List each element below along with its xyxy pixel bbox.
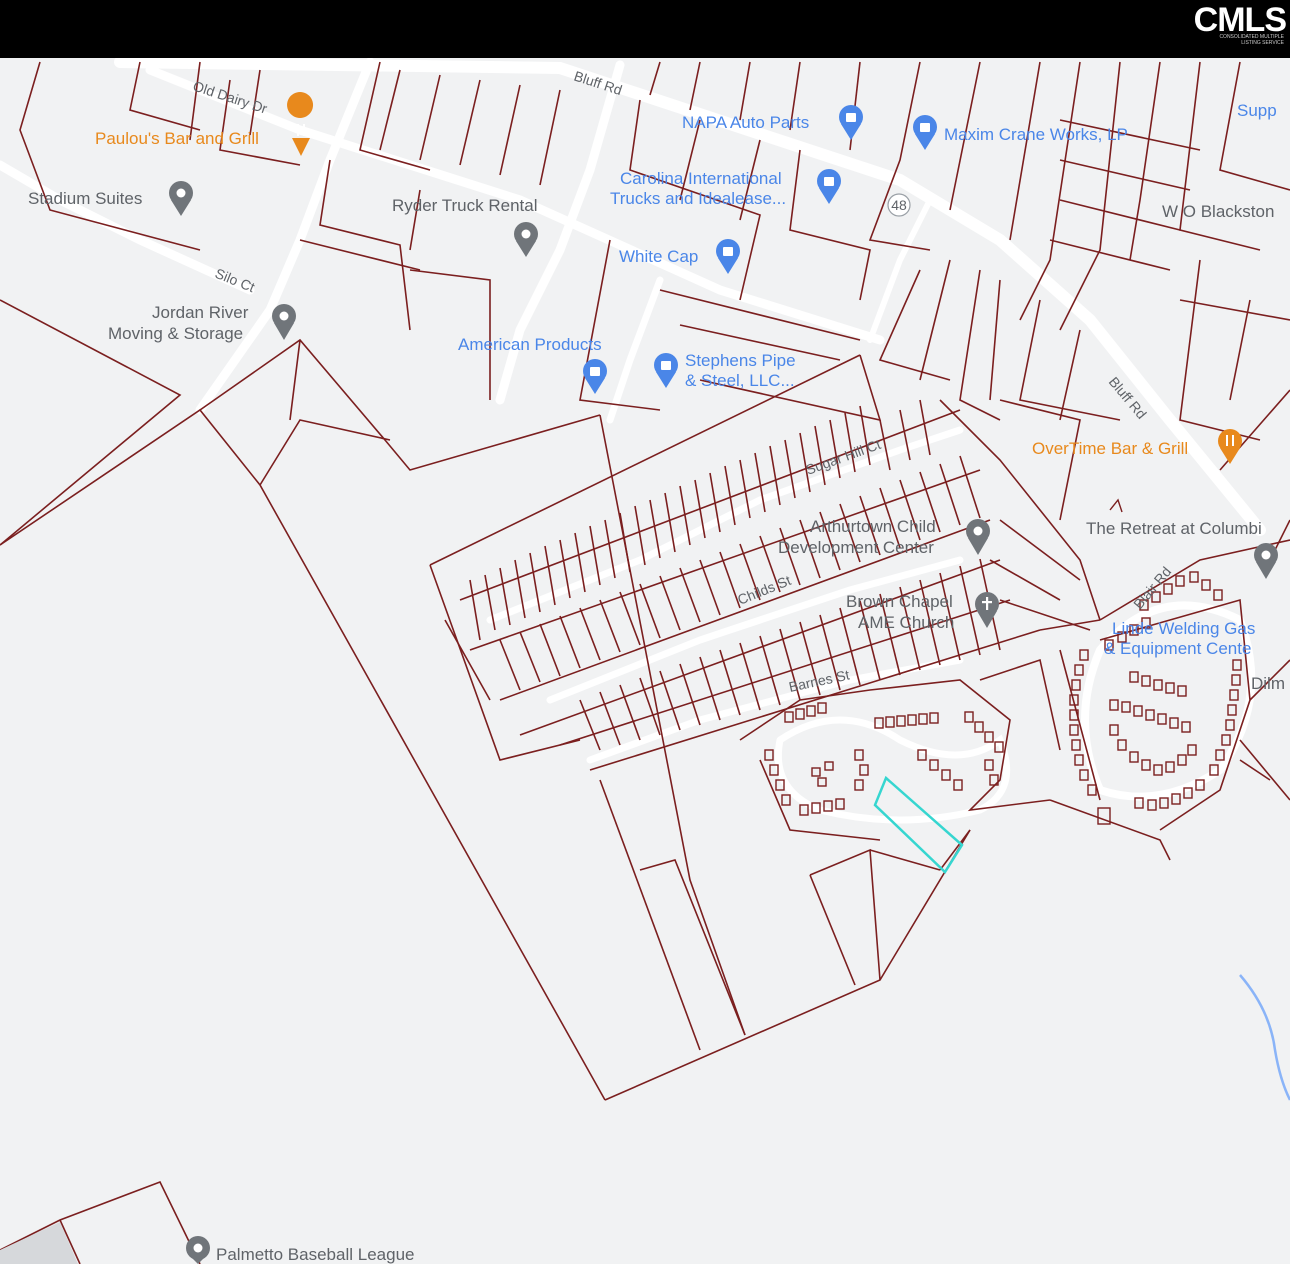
svg-text:& Steel, LLC...: & Steel, LLC... <box>685 371 795 390</box>
road-simmons <box>867 197 933 343</box>
shaded-area <box>0 1222 78 1264</box>
poi-maxim-crane-works[interactable]: Maxim Crane Works, LP <box>913 115 1128 150</box>
poi-supp[interactable]: Supp <box>1237 101 1277 120</box>
restaurant-icon <box>1218 429 1242 464</box>
svg-text:Ryder Truck Rental: Ryder Truck Rental <box>392 196 538 215</box>
poi-carolina-international[interactable]: Carolina International Trucks and Ideale… <box>610 169 841 208</box>
svg-text:Brown Chapel: Brown Chapel <box>846 592 953 611</box>
svg-text:NAPA Auto Parts: NAPA Auto Parts <box>682 113 809 132</box>
shopping-bag-icon <box>913 115 937 150</box>
church-pin-icon <box>975 592 999 628</box>
cmls-logo: CMLS <box>1193 1 1287 39</box>
shopping-bag-icon <box>817 169 841 204</box>
poi-dilm[interactable]: Dilm <box>1251 674 1285 693</box>
poi-palmetto-baseball-league[interactable]: Palmetto Baseball League <box>186 1236 414 1264</box>
place-pin-icon <box>1254 543 1278 579</box>
svg-text:White Cap: White Cap <box>619 247 698 266</box>
svg-text:Palmetto Baseball League: Palmetto Baseball League <box>216 1245 414 1264</box>
poi-overtime-bar-grill[interactable]: OverTime Bar & Grill <box>1032 429 1242 464</box>
svg-text:Carolina International: Carolina International <box>620 169 782 188</box>
place-pin-icon <box>514 222 538 257</box>
poi-wo-blackston[interactable]: W O Blackston <box>1162 202 1274 221</box>
place-pin-icon <box>186 1236 210 1264</box>
shopping-bag-icon <box>839 105 863 140</box>
svg-text:The Retreat at Columbi: The Retreat at Columbi <box>1086 519 1262 538</box>
place-pin-icon <box>272 304 296 340</box>
svg-text:AME Church: AME Church <box>858 613 954 632</box>
place-pin-icon <box>966 519 990 555</box>
cmls-logo-subtext: CONSOLIDATED MULTIPLE LISTING SERVICE <box>1219 34 1284 46</box>
svg-text:Stephens Pipe: Stephens Pipe <box>685 351 796 370</box>
svg-text:48: 48 <box>891 197 907 213</box>
parcel-lines <box>0 61 1290 1101</box>
svg-text:Arthurtown Child: Arthurtown Child <box>810 517 936 536</box>
label-silo-ct: Silo Ct <box>213 265 257 295</box>
shopping-bag-icon <box>583 359 607 394</box>
svg-text:Trucks and Idealease...: Trucks and Idealease... <box>610 189 786 208</box>
top-bar: CMLS CONSOLIDATED MULTIPLE LISTING SERVI… <box>0 0 1290 58</box>
svg-text:Maxim Crane Works, LP: Maxim Crane Works, LP <box>944 125 1128 144</box>
stream <box>1239 974 1290 1101</box>
svg-text:OverTime Bar & Grill: OverTime Bar & Grill <box>1032 439 1188 458</box>
road-stadium <box>0 160 255 295</box>
poi-stephens-pipe-steel[interactable]: Stephens Pipe & Steel, LLC... <box>654 351 796 390</box>
place-pin-icon <box>169 181 193 216</box>
parcel-map[interactable]: 48 Bluff Rd Bluff Rd Old Dairy Dr Silo C… <box>0 58 1290 1264</box>
poi-american-products[interactable]: American Products <box>458 335 607 394</box>
poi-arthurtown-child-development[interactable]: Arthurtown Child Development Center <box>778 517 990 557</box>
shopping-bag-icon <box>716 239 740 274</box>
svg-text:Paulou's Bar and Grill: Paulou's Bar and Grill <box>95 129 259 148</box>
svg-text:& Equipment Cente: & Equipment Cente <box>1104 639 1251 658</box>
svg-text:Moving & Storage: Moving & Storage <box>108 324 243 343</box>
svg-text:Jordan River: Jordan River <box>152 303 249 322</box>
poi-linde-welding-gas[interactable]: Linde Welding Gas & Equipment Cente <box>1104 619 1255 658</box>
road-vertical-3 <box>606 276 664 424</box>
svg-text:American Products: American Products <box>458 335 602 354</box>
svg-text:Stadium Suites: Stadium Suites <box>28 189 142 208</box>
route-48-shield: 48 <box>887 193 911 217</box>
poi-brown-chapel-ame-church[interactable]: Brown Chapel AME Church <box>846 592 999 632</box>
svg-text:Linde Welding Gas: Linde Welding Gas <box>1112 619 1255 638</box>
shopping-bag-icon <box>654 353 678 388</box>
svg-text:Development Center: Development Center <box>778 538 934 557</box>
